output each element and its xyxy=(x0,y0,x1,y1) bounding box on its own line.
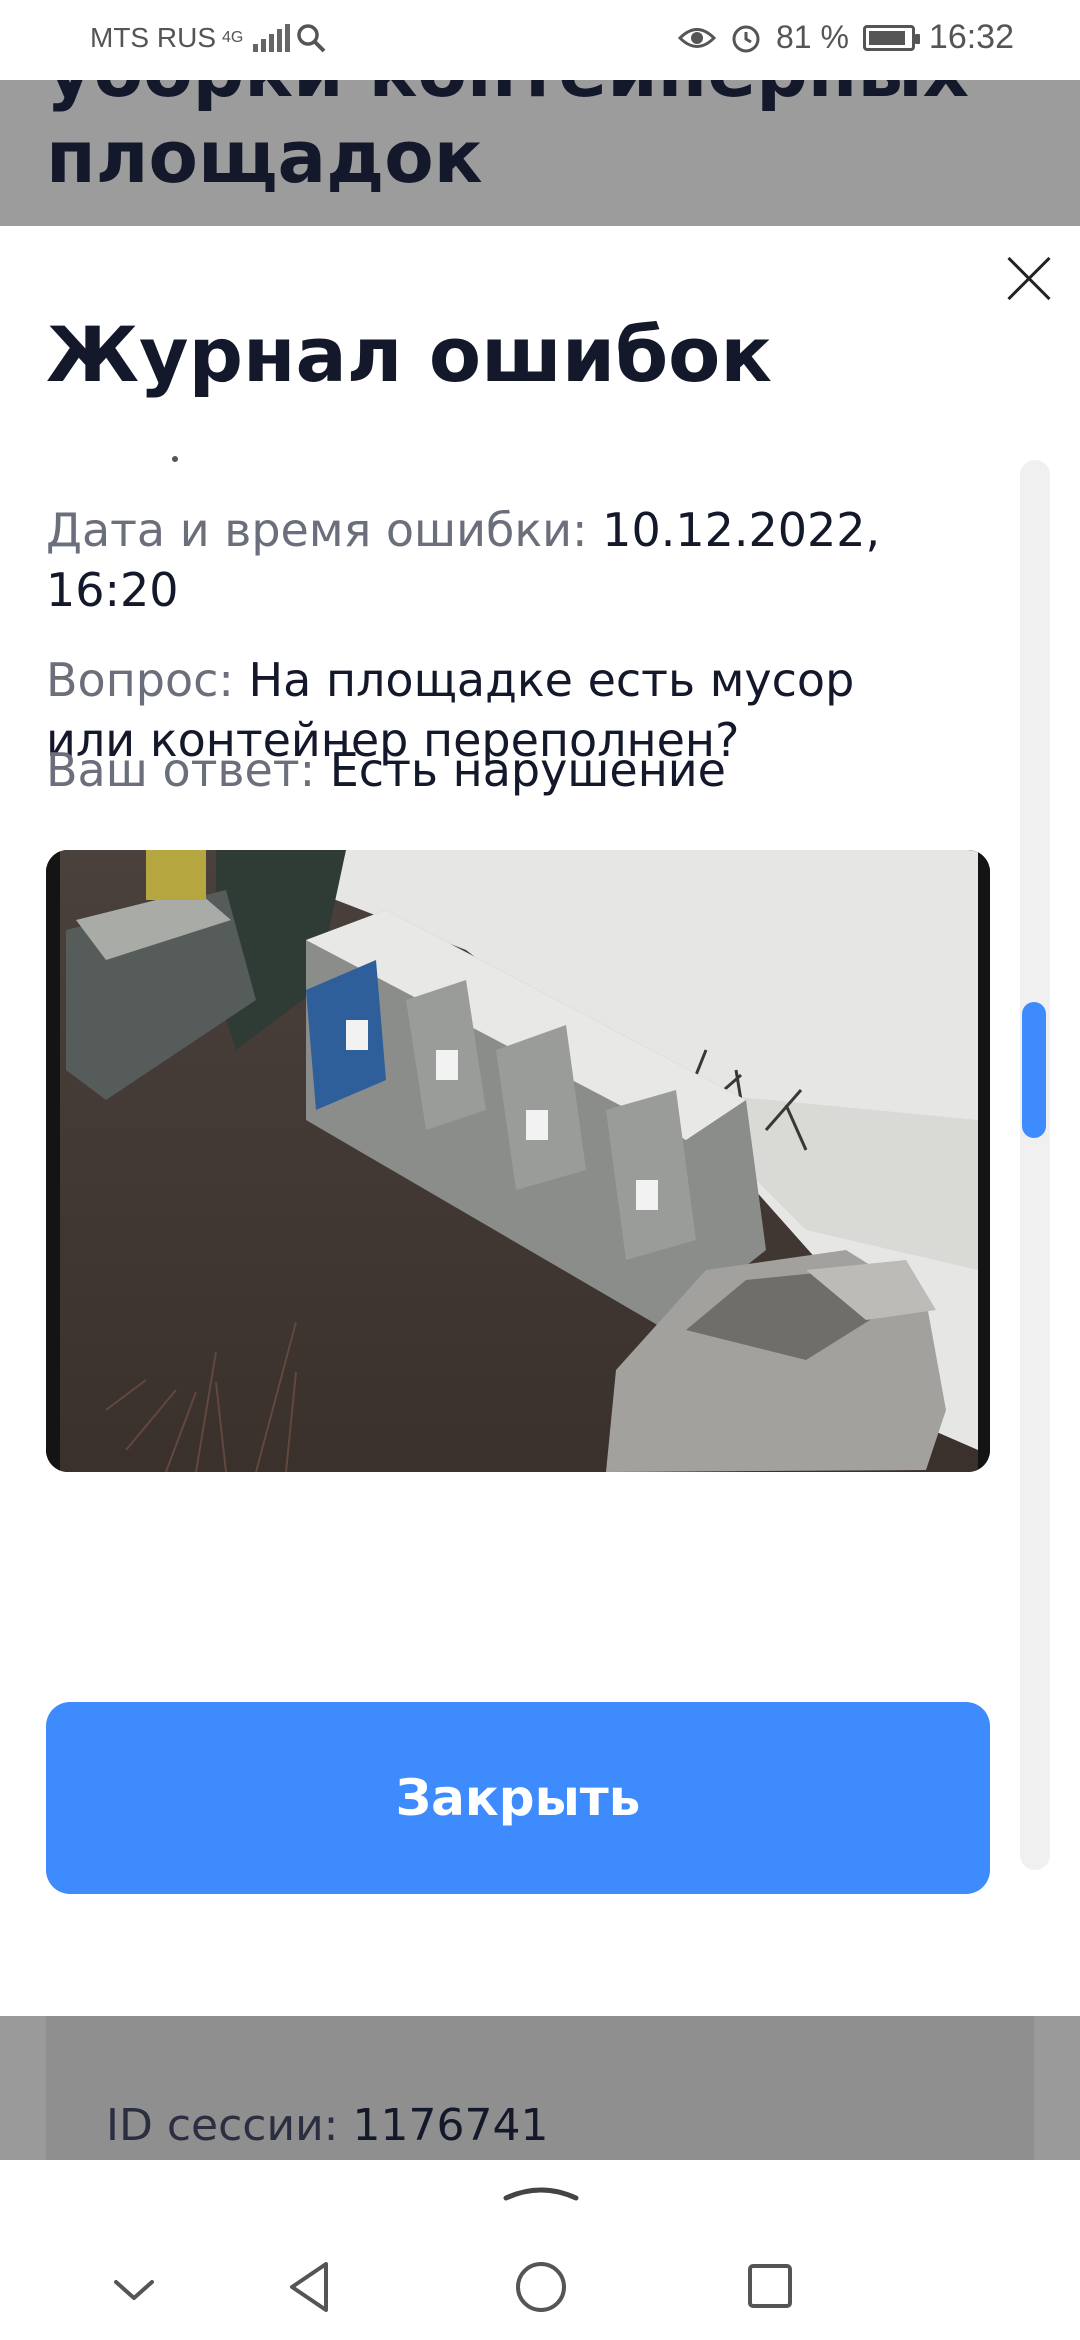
session-value: 1176741 xyxy=(352,2100,549,2151)
field-label: Вопрос: xyxy=(46,653,234,707)
chevron-down-icon[interactable] xyxy=(112,2278,156,2304)
home-icon[interactable] xyxy=(514,2260,568,2314)
modal-scrollbar-track[interactable] xyxy=(1020,460,1050,1870)
status-right: 81 % 16:32 xyxy=(677,18,1014,57)
modal-scrollbar-thumb[interactable] xyxy=(1022,1002,1046,1138)
background-page-header: уборки контейнерных площадок xyxy=(0,80,1080,226)
signal-icon xyxy=(253,24,291,52)
field-label: Дата и время ошибки: xyxy=(46,503,588,557)
close-button[interactable]: Закрыть xyxy=(46,1702,990,1894)
truncated-text-dot xyxy=(172,456,178,462)
eye-icon xyxy=(677,27,716,48)
expand-handle-icon[interactable] xyxy=(502,2180,580,2202)
clock: 16:32 xyxy=(928,18,1014,56)
search-icon xyxy=(297,24,326,53)
alarm-icon xyxy=(732,25,760,52)
photo-image xyxy=(46,850,990,1472)
background-page-title: уборки контейнерных площадок xyxy=(46,80,969,199)
background-session-id: ID сессии: 1176741 xyxy=(106,2100,548,2151)
field-value: Есть нарушение xyxy=(329,743,726,797)
close-icon[interactable] xyxy=(1004,254,1054,304)
network-type: 4G xyxy=(222,29,244,46)
modal-title: Журнал ошибок xyxy=(46,310,772,399)
battery-icon xyxy=(862,24,920,51)
back-icon[interactable] xyxy=(286,2260,332,2314)
violation-photo[interactable] xyxy=(46,850,990,1472)
battery-percent: 81 % xyxy=(775,19,849,55)
field-label: Ваш ответ: xyxy=(46,743,316,797)
session-label: ID сессии: xyxy=(106,2100,339,2151)
error-datetime-field: Дата и время ошибки: 10.12.2022, 16:20 xyxy=(46,500,946,620)
status-bar: MTS RUS 4G 81 % 16:32 xyxy=(0,0,1080,80)
carrier-name: MTS RUS xyxy=(90,22,216,53)
error-log-modal: Журнал ошибок Дата и время ошибки: 10.12… xyxy=(0,226,1080,2016)
recents-icon[interactable] xyxy=(746,2262,794,2310)
status-left: MTS RUS 4G xyxy=(90,22,326,54)
navigation-bar xyxy=(0,2160,1080,2340)
modal-scroll-area[interactable]: Дата и время ошибки: 10.12.2022, 16:20 В… xyxy=(0,436,1080,1516)
answer-field: Ваш ответ: Есть нарушение xyxy=(46,740,946,800)
